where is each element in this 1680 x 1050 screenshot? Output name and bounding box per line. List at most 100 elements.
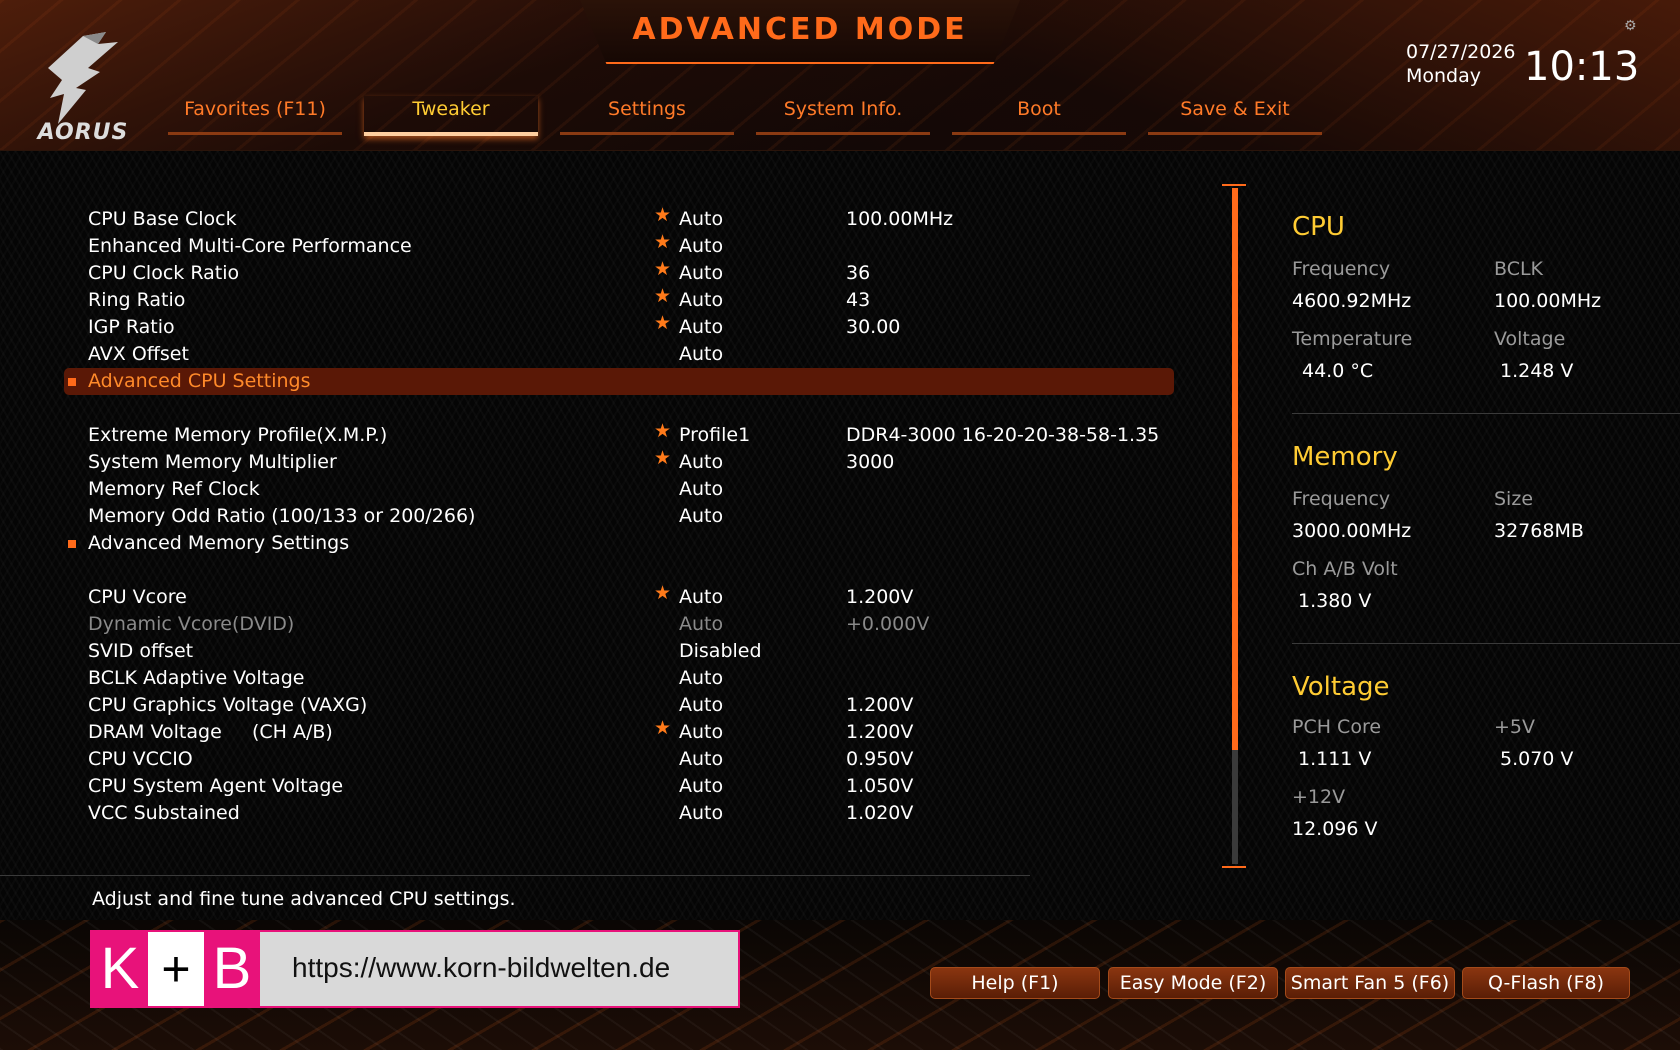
setting-value[interactable]: Auto (679, 478, 723, 500)
pch-core-label: PCH Core (1292, 716, 1382, 738)
setting-label: Memory Ref Clock (88, 478, 260, 500)
help-divider (0, 875, 1030, 876)
setting-label: SVID offset (88, 640, 194, 662)
date-text: 07/27/2026 (1406, 41, 1516, 63)
tab-system-info[interactable]: System Info. (756, 96, 930, 135)
setting-value[interactable]: Auto (679, 586, 723, 608)
setting-label: IGP Ratio (88, 316, 175, 338)
setting-value[interactable]: Auto (679, 721, 723, 743)
setting-label: System Memory Multiplier (88, 451, 337, 473)
setting-label: Advanced CPU Settings (88, 370, 311, 392)
setting-value[interactable]: Disabled (679, 640, 762, 662)
watermark-plus: + (148, 932, 204, 1006)
setting-label: CPU Vcore (88, 586, 187, 608)
setting-row-igp-ratio[interactable]: IGP Ratio ★ Auto 30.00 (64, 312, 1174, 341)
scrollbar-cap-bottom (1222, 866, 1246, 868)
setting-current: 1.050V (846, 775, 914, 797)
setting-value[interactable]: Auto (679, 208, 723, 230)
submenu-advanced-cpu-settings[interactable]: Advanced CPU Settings (64, 368, 1174, 395)
info-divider (1292, 643, 1680, 644)
setting-current: 1.020V (846, 802, 914, 824)
memory-frequency-label: Frequency (1292, 488, 1391, 510)
setting-current: DDR4-3000 16-20-20-38-58-1.35 (846, 424, 1160, 446)
setting-value[interactable]: Auto (679, 667, 723, 689)
watermark-url: https://www.korn-bildwelten.de (292, 952, 671, 983)
setting-value[interactable]: Auto (679, 694, 723, 716)
setting-row-memory-odd-ratio[interactable]: Memory Odd Ratio (100/133 or 200/266) Au… (64, 503, 1174, 530)
cpu-section-title: CPU (1292, 212, 1345, 242)
star-icon: ★ (654, 447, 672, 469)
setting-label: Extreme Memory Profile(X.M.P.) (88, 424, 388, 446)
setting-value[interactable]: Auto (679, 451, 723, 473)
tab-boot[interactable]: Boot (952, 96, 1126, 135)
setting-row-cpu-clock-ratio[interactable]: CPU Clock Ratio ★ Auto 36 (64, 258, 1174, 287)
voltage-section-title: Voltage (1292, 672, 1390, 702)
setting-label: AVX Offset (88, 343, 189, 365)
easy-mode-button[interactable]: Easy Mode (F2) (1108, 967, 1278, 999)
setting-label: VCC Substained (88, 802, 240, 824)
p12v-value: 12.096 V (1292, 818, 1378, 840)
setting-current: 30.00 (846, 316, 901, 338)
memory-size-value: 32768MB (1494, 520, 1584, 542)
settings-gear-icon[interactable]: ⚙ (1624, 18, 1637, 34)
setting-row-vcc-substained[interactable]: VCC Substained Auto 1.020V (64, 800, 1174, 827)
clock: 10:13 (1524, 44, 1640, 90)
tab-favorites[interactable]: Favorites (F11) (168, 96, 342, 135)
setting-row-memory-ref-clock[interactable]: Memory Ref Clock Auto (64, 476, 1174, 503)
p5v-label: +5V (1494, 716, 1536, 738)
setting-row-cpu-vccio[interactable]: CPU VCCIO Auto 0.950V (64, 746, 1174, 773)
setting-row-cpu-system-agent-voltage[interactable]: CPU System Agent Voltage Auto 1.050V (64, 773, 1174, 800)
setting-label: Memory Odd Ratio (100/133 or 200/266) (88, 505, 476, 527)
info-divider (1292, 413, 1680, 414)
setting-row-svid-offset[interactable]: SVID offset Disabled (64, 638, 1174, 665)
setting-value[interactable]: Auto (679, 343, 723, 365)
setting-row-bclk-adaptive-voltage[interactable]: BCLK Adaptive Voltage Auto (64, 665, 1174, 692)
star-icon: ★ (654, 582, 672, 604)
setting-row-memory-multiplier[interactable]: System Memory Multiplier ★ Auto 3000 (64, 447, 1174, 476)
setting-value[interactable]: Profile1 (679, 424, 750, 446)
setting-label: CPU System Agent Voltage (88, 775, 344, 797)
setting-row-ring-ratio[interactable]: Ring Ratio ★ Auto 43 (64, 285, 1174, 314)
setting-current: 36 (846, 262, 871, 284)
memory-size-label: Size (1494, 488, 1534, 510)
submenu-advanced-memory-settings[interactable]: Advanced Memory Settings (64, 530, 1174, 557)
cpu-temperature-label: Temperature (1292, 328, 1413, 350)
q-flash-button[interactable]: Q-Flash (F8) (1462, 967, 1630, 999)
scrollbar-thumb[interactable] (1232, 188, 1238, 750)
scrollbar-cap-top (1222, 184, 1246, 186)
setting-row-dynamic-vcore: Dynamic Vcore(DVID) Auto +0.000V (64, 611, 1174, 638)
setting-label: Ring Ratio (88, 289, 186, 311)
setting-row-dram-voltage[interactable]: DRAM Voltage (CH A/B) ★ Auto 1.200V (64, 717, 1174, 746)
setting-value[interactable]: Auto (679, 802, 723, 824)
setting-label: DRAM Voltage (CH A/B) (88, 721, 333, 743)
star-icon: ★ (654, 204, 672, 226)
help-button[interactable]: Help (F1) (930, 967, 1100, 999)
cpu-bclk-label: BCLK (1494, 258, 1544, 280)
setting-row-cpu-graphics-voltage[interactable]: CPU Graphics Voltage (VAXG) Auto 1.200V (64, 692, 1174, 719)
setting-value[interactable]: Auto (679, 289, 723, 311)
cpu-voltage-value: 1.248 V (1500, 360, 1574, 382)
memory-frequency-value: 3000.00MHz (1292, 520, 1412, 542)
setting-value[interactable]: Auto (679, 235, 723, 257)
smart-fan-button[interactable]: Smart Fan 5 (F6) (1285, 967, 1455, 999)
setting-value[interactable]: Auto (679, 748, 723, 770)
setting-row-avx-offset[interactable]: AVX Offset Auto (64, 341, 1174, 368)
watermark-k: K (92, 932, 148, 1006)
watermark-banner: K + B https://www.korn-bildwelten.de (90, 930, 740, 1008)
setting-label: CPU VCCIO (88, 748, 193, 770)
setting-value[interactable]: Auto (679, 316, 723, 338)
setting-row-enhanced-multicore[interactable]: Enhanced Multi-Core Performance ★ Auto (64, 231, 1174, 260)
tab-tweaker[interactable]: Tweaker (364, 96, 538, 136)
setting-current: 3000 (846, 451, 895, 473)
tab-save-exit[interactable]: Save & Exit (1148, 96, 1322, 135)
setting-row-xmp[interactable]: Extreme Memory Profile(X.M.P.) ★ Profile… (64, 420, 1174, 449)
pch-core-value: 1.111 V (1298, 748, 1372, 770)
tab-settings[interactable]: Settings (560, 96, 734, 135)
setting-row-cpu-vcore[interactable]: CPU Vcore ★ Auto 1.200V (64, 582, 1174, 611)
setting-label: CPU Base Clock (88, 208, 237, 230)
setting-row-cpu-base-clock[interactable]: CPU Base Clock ★ Auto 100.00MHz (64, 204, 1174, 233)
setting-value[interactable]: Auto (679, 505, 723, 527)
setting-value[interactable]: Auto (679, 775, 723, 797)
setting-current: 100.00MHz (846, 208, 954, 230)
setting-value[interactable]: Auto (679, 262, 723, 284)
